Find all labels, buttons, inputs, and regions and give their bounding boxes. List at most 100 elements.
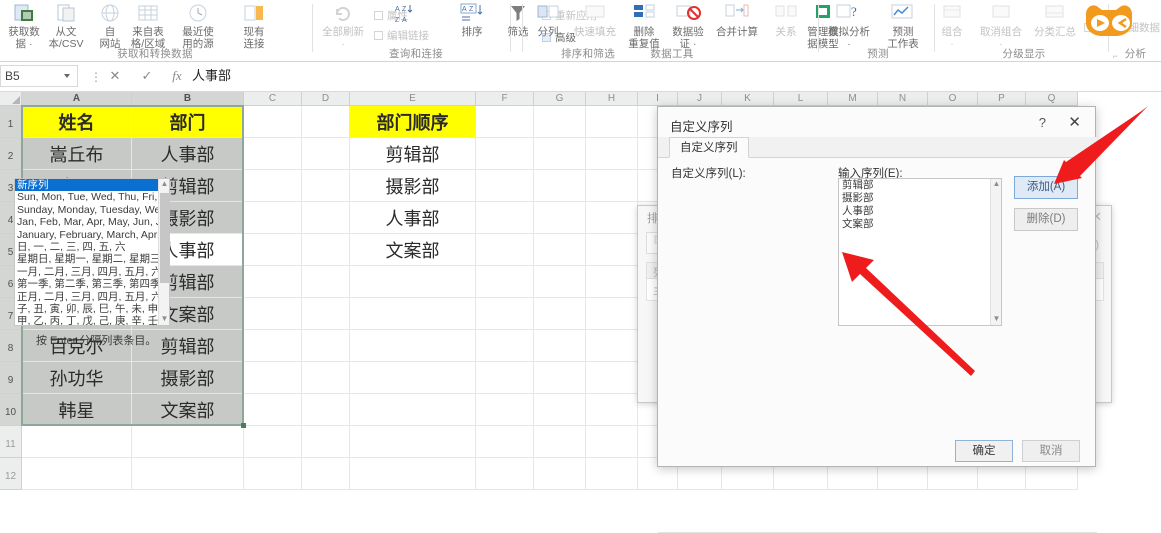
custom-lists-scrollbar[interactable]: ▲ ▼	[158, 179, 169, 325]
column-header-K[interactable]: K	[722, 92, 774, 106]
formula-input[interactable]: 人事部	[188, 65, 1157, 87]
row-header-10[interactable]: 10	[0, 394, 22, 426]
custom-list-item[interactable]: 子, 丑, 寅, 卯, 辰, 巳, 午, 未, 申, 酉	[15, 303, 169, 315]
column-header-Q[interactable]: Q	[1026, 92, 1078, 106]
scroll-down-icon[interactable]: ▼	[159, 314, 169, 325]
custom-list-item[interactable]: 甲, 乙, 丙, 丁, 戊, 己, 庚, 辛, 壬, 癸	[15, 315, 169, 325]
cell-B2[interactable]: 人事部	[132, 138, 243, 169]
column-header-E[interactable]: E	[350, 92, 476, 106]
cell-B9[interactable]: 摄影部	[132, 362, 243, 393]
cell-B10[interactable]: 文案部	[132, 394, 243, 425]
ribbon-button-sort-za[interactable]	[390, 22, 420, 49]
ribbon-button-consolidate[interactable]: 合并计算	[710, 0, 764, 39]
ribbon-group-label: 分析	[1124, 48, 1147, 60]
row-header-8[interactable]: 8	[0, 330, 22, 362]
column-header-J[interactable]: J	[678, 92, 722, 106]
custom-list-item[interactable]: 新序列	[15, 179, 169, 192]
custom-list-left-label: 自定义序列(L):	[671, 168, 746, 180]
help-icon[interactable]: ?	[1039, 115, 1046, 130]
custom-list-item[interactable]: 星期日, 星期一, 星期二, 星期三, 星	[15, 253, 169, 265]
row-header-9[interactable]: 9	[0, 362, 22, 394]
column-header-P[interactable]: P	[978, 92, 1026, 106]
column-header-L[interactable]: L	[774, 92, 828, 106]
list-entry-item[interactable]: 人事部	[839, 205, 1001, 218]
gridline	[301, 106, 302, 490]
row-header-11[interactable]: 11	[0, 426, 22, 458]
scroll-up-icon[interactable]: ▲	[159, 179, 169, 190]
custom-lists-listbox[interactable]: ▲ ▼ 新序列 Sun, Mon, Tue, Wed, Thu, Fri, S Su…	[14, 178, 170, 326]
cell-E1[interactable]: 部门顺序	[350, 106, 475, 137]
column-header-F[interactable]: F	[476, 92, 534, 106]
cell-E5[interactable]: 文案部	[350, 234, 475, 265]
cell-A10[interactable]: 韩星	[22, 394, 131, 425]
custom-list-item[interactable]: 第一季, 第二季, 第三季, 第四季	[15, 278, 169, 290]
list-entries-scrollbar[interactable]: ▲ ▼	[990, 179, 1001, 325]
ok-button[interactable]: 确定	[955, 440, 1013, 462]
ribbon-button-sort[interactable]: AZ 排序	[450, 0, 494, 39]
ribbon-button-refresh-all[interactable]: 全部刷新 ·	[316, 0, 370, 50]
custom-list-dialog-title: 自定义序列	[670, 120, 733, 134]
fill-handle[interactable]	[241, 423, 246, 428]
column-header-I[interactable]: I	[638, 92, 678, 106]
custom-list-item[interactable]: 日, 一, 二, 三, 四, 五, 六	[15, 241, 169, 253]
custom-list-item[interactable]: January, February, March, April	[15, 229, 169, 241]
tab-custom-list[interactable]: 自定义序列	[669, 137, 749, 158]
custom-list-item[interactable]: Jan, Feb, Mar, Apr, May, Jun, Ju	[15, 216, 169, 228]
delete-button[interactable]: 删除(D)	[1014, 208, 1078, 231]
row-header-1[interactable]: 1	[0, 106, 22, 138]
custom-list-item[interactable]: 正月, 二月, 三月, 四月, 五月, 六月	[15, 291, 169, 303]
row-header-2[interactable]: 2	[0, 138, 22, 170]
cell-E4[interactable]: 人事部	[350, 202, 475, 233]
column-header-D[interactable]: D	[302, 92, 350, 106]
formula-bar: B5 ⋮ ✕ ✓ fx 人事部	[0, 62, 1161, 92]
column-header-C[interactable]: C	[244, 92, 302, 106]
custom-list-item[interactable]: Sun, Mon, Tue, Wed, Thu, Fri, S	[15, 191, 169, 203]
watermark-logo	[1080, 2, 1138, 44]
formula-cancel-icon[interactable]: ✕	[104, 68, 126, 84]
column-header-B[interactable]: B	[132, 92, 244, 106]
cell-A2[interactable]: 嵩丘布	[22, 138, 131, 169]
gridline	[585, 106, 586, 490]
scroll-down-icon[interactable]: ▼	[991, 314, 1001, 325]
ribbon-button-flash-fill[interactable]: 快速填充	[568, 0, 622, 39]
ribbon-button-flash-fill-label: 快速填充	[574, 26, 616, 38]
ribbon-group-title-1: 获取和转换数据	[0, 0, 310, 61]
column-header-H[interactable]: H	[586, 92, 638, 106]
column-header-N[interactable]: N	[878, 92, 928, 106]
ribbon-button-text-to-columns[interactable]: 分列	[526, 0, 570, 39]
ribbon-button-data-validation[interactable]: 数据验证 ·	[666, 0, 710, 50]
ribbon-button-remove-duplicates[interactable]: 删除 重复值	[622, 0, 666, 50]
ribbon-button-group[interactable]: 组合 ·	[930, 0, 974, 50]
row-header-12[interactable]: 12	[0, 458, 22, 490]
select-all-corner[interactable]	[0, 92, 22, 106]
column-header-O[interactable]: O	[928, 92, 978, 106]
ribbon-button-sort-label: 排序	[461, 26, 483, 38]
cancel-button[interactable]: 取消	[1022, 440, 1080, 462]
cell-B1[interactable]: 部门	[132, 106, 243, 137]
cell-E3[interactable]: 摄影部	[350, 170, 475, 201]
cell-A1[interactable]: 姓名	[22, 106, 131, 137]
insert-function-icon[interactable]: fx	[166, 68, 188, 84]
scroll-up-icon[interactable]: ▲	[991, 179, 1001, 190]
list-entry-item[interactable]: 文案部	[839, 218, 1001, 231]
cell-A9[interactable]: 孙功华	[22, 362, 131, 393]
list-entry-item[interactable]: 摄影部	[839, 192, 1001, 205]
column-header-A[interactable]: A	[22, 92, 132, 106]
close-icon[interactable]: ✕	[1068, 113, 1081, 131]
ribbon-button-forecast-sheet[interactable]: 预测 工作表	[876, 0, 930, 50]
ribbon-button-subtotal[interactable]: 分类汇总	[1028, 0, 1082, 39]
scrollbar-thumb[interactable]	[160, 193, 169, 283]
custom-list-item[interactable]: Sunday, Monday, Tuesday, Wed	[15, 204, 169, 216]
custom-list-item[interactable]: 一月, 二月, 三月, 四月, 五月, 六月	[15, 266, 169, 278]
list-entry-item[interactable]: 剪辑部	[839, 179, 1001, 192]
name-box-dropdown-arrow-icon[interactable]	[64, 74, 70, 78]
ribbon-button-what-if-analysis[interactable]: ? 模拟分析 ·	[822, 0, 876, 50]
ribbon-button-consolidate-label: 合并计算	[716, 26, 758, 38]
column-header-M[interactable]: M	[828, 92, 878, 106]
formula-accept-icon[interactable]: ✓	[136, 68, 158, 84]
add-button[interactable]: 添加(A)	[1014, 176, 1078, 199]
cell-E2[interactable]: 剪辑部	[350, 138, 475, 169]
list-entries-listbox[interactable]: ▲ ▼ 剪辑部 摄影部 人事部 文案部	[838, 178, 1002, 326]
ribbon-button-ungroup[interactable]: 取消组合 ·	[974, 0, 1028, 50]
column-header-G[interactable]: G	[534, 92, 586, 106]
